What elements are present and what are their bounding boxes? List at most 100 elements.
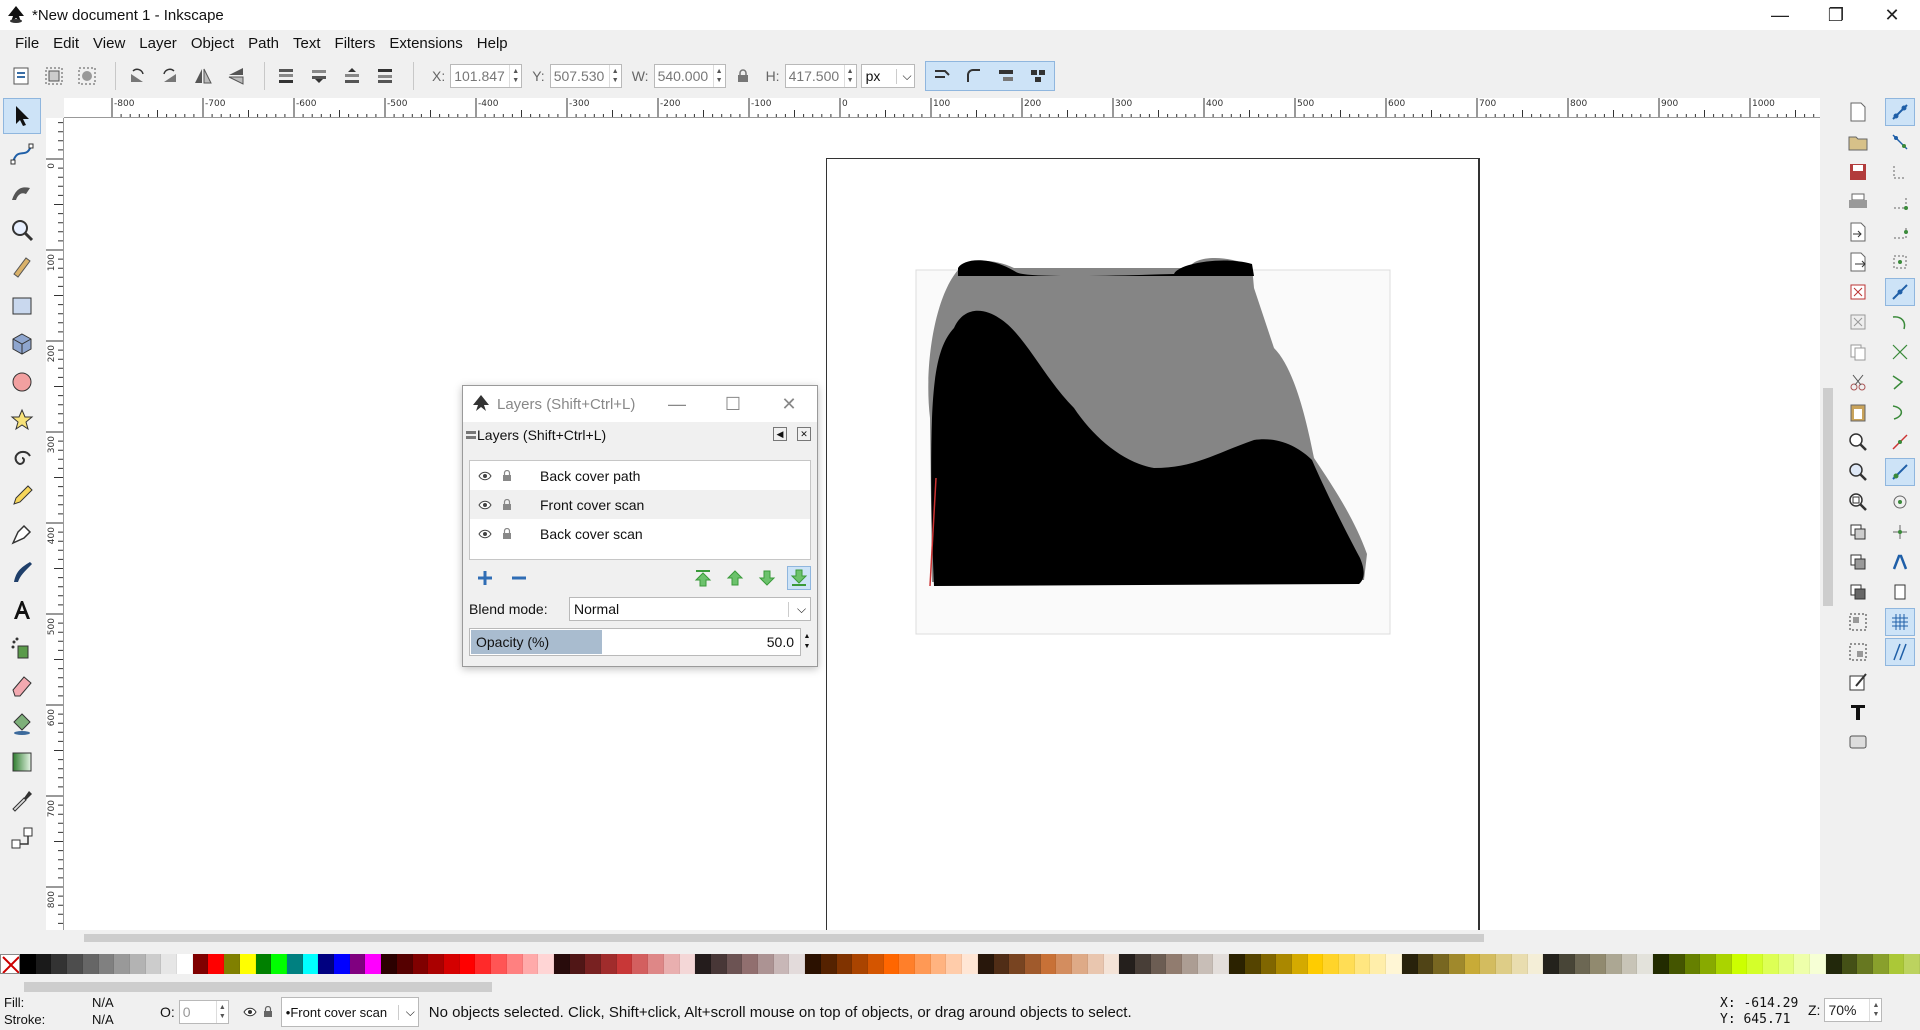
x-field[interactable]: ▲▼ [450,64,523,88]
palette-swatch[interactable] [98,954,115,974]
print-icon[interactable] [1843,188,1873,216]
palette-swatch[interactable] [177,954,193,974]
layer-name[interactable]: Front cover scan [540,497,644,513]
snap-rotation-center-icon[interactable] [1885,518,1915,546]
pencil-tool-icon[interactable] [3,478,41,514]
palette-swatch[interactable] [1056,954,1073,974]
palette-swatch[interactable] [522,954,539,974]
h-input[interactable] [785,65,844,87]
lower-to-bottom-icon[interactable] [273,62,299,90]
lock-icon[interactable] [502,469,512,482]
calligraphy-tool-icon[interactable] [3,554,41,590]
palette-swatch[interactable] [1166,954,1183,974]
palette-swatch[interactable] [1558,954,1575,974]
dialog-maximize-button[interactable]: ☐ [705,386,761,422]
snap-bbox-midpoint-icon[interactable] [1885,218,1915,246]
menu-path[interactable]: Path [241,35,286,52]
palette-swatch[interactable] [1668,954,1685,974]
palette-swatch[interactable] [1386,954,1402,974]
palette-swatch[interactable] [1794,954,1811,974]
palette-swatch[interactable] [726,954,743,974]
menu-extensions[interactable]: Extensions [382,35,469,52]
palette-swatch[interactable] [553,954,570,974]
snap-bbox-edge-icon[interactable] [1885,158,1915,186]
layers-dialog-titlebar[interactable]: Layers (Shift+Ctrl+L) — ☐ ✕ [463,386,817,422]
scale-radii-icon[interactable] [958,62,990,90]
w-spin-arrows[interactable]: ▲ ▼ [712,65,725,87]
eye-icon[interactable] [243,1007,257,1017]
palette-swatch[interactable] [161,954,178,974]
snap-grid-icon[interactable] [1885,608,1915,636]
menu-help[interactable]: Help [470,35,515,52]
zoom-tool-icon[interactable] [3,212,41,248]
palette-swatch[interactable] [1197,954,1214,974]
vertical-ruler[interactable]: -1000100200300400500600700800900 [46,118,64,930]
palette-swatch[interactable] [538,954,554,974]
redo-icon[interactable] [1843,308,1873,336]
palette-swatch[interactable] [1684,954,1701,974]
palette-swatch[interactable] [459,954,476,974]
ellipse-tool-icon[interactable] [3,364,41,400]
palette-swatch[interactable] [192,954,209,974]
snap-nodes-icon[interactable] [1885,278,1915,306]
scale-stroke-icon[interactable] [926,62,958,90]
palette-swatch[interactable] [1417,954,1434,974]
snap-object-centers-icon[interactable] [1885,488,1915,516]
select-all-icon[interactable] [8,62,34,90]
snap-cusp-icon[interactable] [1885,368,1915,396]
spray-tool-icon[interactable] [3,630,41,666]
spiral-tool-icon[interactable] [3,440,41,476]
palette-swatch[interactable] [1339,954,1355,974]
lock-icon[interactable] [263,1006,273,1018]
invert-selection-icon[interactable] [74,62,100,90]
panel-close-icon[interactable]: ✕ [797,427,811,441]
group-icon[interactable] [1843,608,1873,636]
palette-swatch[interactable] [1888,954,1905,974]
unit-select[interactable]: px ⌵ [860,64,915,88]
select-all-layers-icon[interactable] [41,62,67,90]
palette-swatch[interactable] [1229,954,1245,974]
snap-intersections-icon[interactable] [1885,338,1915,366]
eye-icon[interactable] [478,500,492,510]
palette-swatch[interactable] [1825,954,1842,974]
palette-swatch[interactable] [1464,954,1481,974]
w-field[interactable]: ▲▼ [653,64,726,88]
palette-swatch[interactable] [632,954,649,974]
pen-tool-icon[interactable] [3,516,41,552]
palette-swatch[interactable] [789,954,806,974]
palette-swatch[interactable] [962,954,978,974]
dialog-close-button[interactable]: ✕ [761,386,817,422]
export-icon[interactable] [1843,248,1873,276]
palette-swatch[interactable] [1872,954,1889,974]
palette-swatch[interactable] [208,954,225,974]
palette-swatch[interactable] [1040,954,1057,974]
palette-swatch[interactable] [1370,954,1387,974]
palette-swatch[interactable] [1213,954,1230,974]
palette-swatch[interactable] [1307,954,1324,974]
palette-swatch[interactable] [145,954,162,974]
undo-icon[interactable] [1843,278,1873,306]
menu-view[interactable]: View [86,35,132,52]
palette-swatch[interactable] [491,954,507,974]
palette-swatch[interactable] [1150,954,1167,974]
palette-swatch[interactable] [1904,954,1920,974]
palette-swatch[interactable] [239,954,256,974]
y-input[interactable] [550,65,609,87]
palette-swatch[interactable] [805,954,821,974]
lock-ratio-icon[interactable] [734,62,752,90]
palette-swatch[interactable] [867,954,884,974]
palette-swatch[interactable] [1778,954,1795,974]
xml-editor-icon[interactable] [1843,728,1873,756]
eye-icon[interactable] [478,471,492,481]
lower-icon[interactable] [306,62,332,90]
palette-swatch[interactable] [318,954,335,974]
palette-swatch[interactable] [1763,954,1779,974]
menu-object[interactable]: Object [184,35,241,52]
menu-edit[interactable]: Edit [46,35,86,52]
fill-stroke-indicator[interactable]: Fill: N/A Stroke: N/A [0,994,120,1030]
palette-swatch[interactable] [506,954,523,974]
import-icon[interactable] [1843,218,1873,246]
tweak-tool-icon[interactable] [3,174,41,210]
palette-swatch[interactable] [20,954,36,974]
cut-icon[interactable] [1843,368,1873,396]
